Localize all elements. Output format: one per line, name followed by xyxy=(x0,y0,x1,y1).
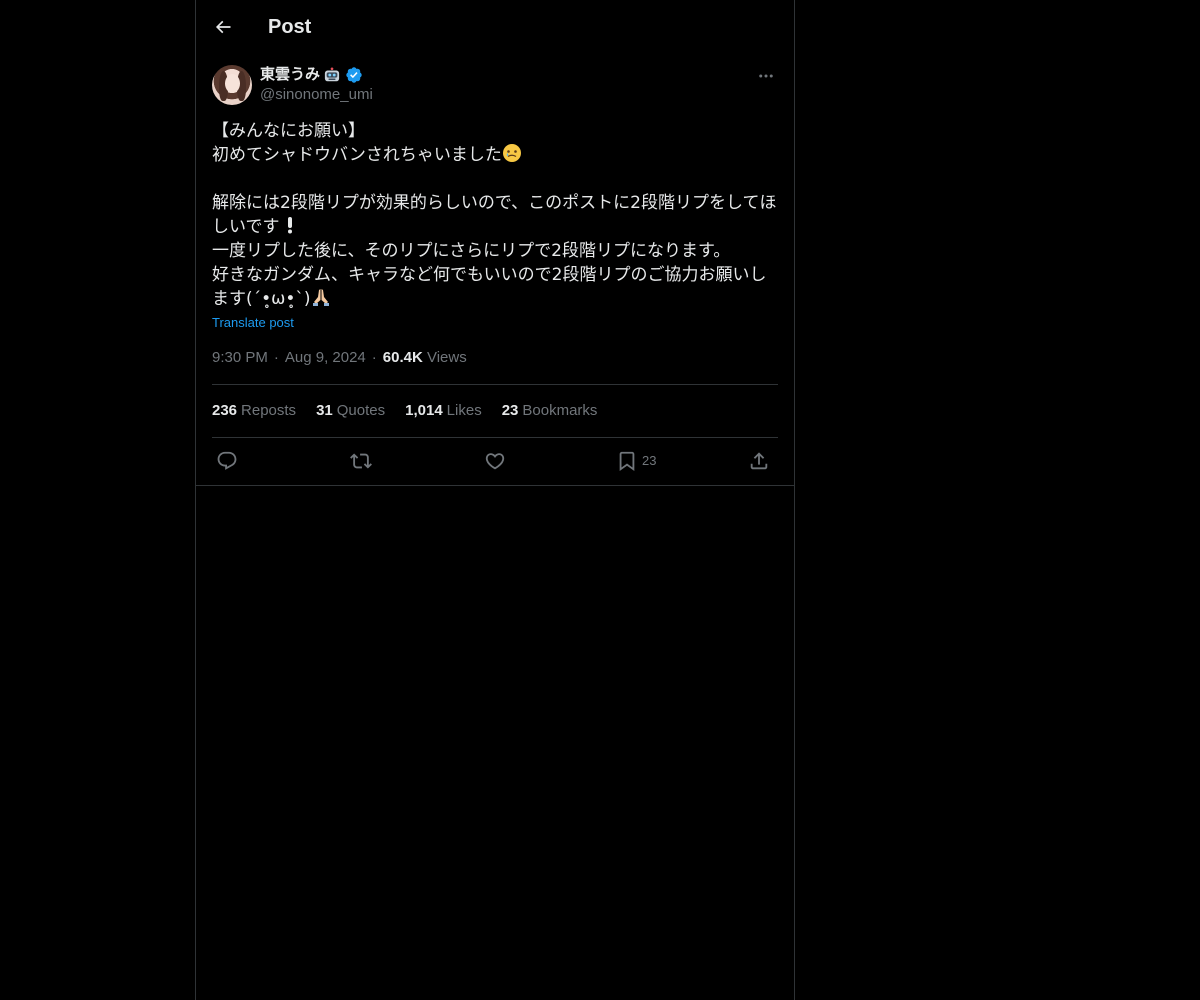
post-line-with-emoji: しいです xyxy=(212,215,778,239)
repost-icon xyxy=(350,453,372,469)
quotes-stat[interactable]: 31 Quotes xyxy=(316,401,385,421)
avatar-face xyxy=(225,74,240,93)
arrow-left-icon xyxy=(215,20,231,34)
page-title: Post xyxy=(268,16,312,38)
bookmark-count: 23 xyxy=(642,453,657,468)
likes-count: 1,014 xyxy=(405,402,443,419)
reposts-stat[interactable]: 236 Reposts xyxy=(212,401,296,421)
likes-stat[interactable]: 1,014 Likes xyxy=(405,401,482,421)
divider xyxy=(212,437,778,438)
share-icon xyxy=(750,452,768,470)
repost-button[interactable] xyxy=(350,448,372,474)
heart-icon xyxy=(485,453,505,470)
more-options-button[interactable] xyxy=(754,64,778,88)
divider xyxy=(212,384,778,385)
author-row: 東雲うみ @sinonome_umi xyxy=(212,64,778,108)
post-time[interactable]: 9:30 PM xyxy=(212,349,268,366)
author-handle[interactable]: @sinonome_umi xyxy=(260,85,373,105)
reposts-count: 236 xyxy=(212,402,238,419)
post-line: 好きなガンダム、キャラなど何でもいいので2段階リプのご協力お願いし xyxy=(212,265,767,285)
post-actions: 23 xyxy=(212,448,778,474)
reply-icon xyxy=(217,451,237,470)
translate-post-link[interactable]: Translate post xyxy=(212,314,294,332)
post-line: 【みんなにお願い】 xyxy=(212,121,365,141)
bookmarks-count: 23 xyxy=(501,402,519,419)
page-header: Post xyxy=(196,0,794,54)
folded-hands-emoji xyxy=(312,289,329,306)
face-holding-back-tears-emoji xyxy=(502,144,521,162)
back-button[interactable] xyxy=(208,12,238,42)
bookmark-icon xyxy=(619,451,635,472)
engagement-stats: 236 Reposts 31 Quotes 1,014 Likes 23 Bookmar… xyxy=(212,401,597,421)
likes-label: Likes xyxy=(446,402,482,419)
post-bottom-border xyxy=(196,485,794,486)
reply-button[interactable] xyxy=(216,448,238,474)
views-count: 60.4K xyxy=(382,349,423,366)
share-button[interactable] xyxy=(748,448,770,474)
bookmarks-stat[interactable]: 23 Bookmarks xyxy=(502,401,598,421)
post-line-text: 初めてシャドウバンされちゃいました xyxy=(212,145,502,165)
post-line-with-emoji: 初めてシャドウバンされちゃいました xyxy=(212,143,778,167)
post-detail-column: Post 東雲うみ @sinonome_umi 【みんなにお願い】 初めてシャド… xyxy=(195,0,795,1000)
meta-separator: · xyxy=(273,349,279,366)
like-button[interactable] xyxy=(484,448,506,474)
quotes-label: Quotes xyxy=(336,402,386,419)
bookmark-button[interactable]: 23 xyxy=(616,448,656,474)
post-line: 一度リプした後に、そのリプにさらにリプで2段階リプになります。 xyxy=(212,241,731,261)
post-line-text: ます(´•̥ω•̥`) xyxy=(212,289,311,309)
quotes-count: 31 xyxy=(316,402,333,419)
author-display-name-link[interactable]: 東雲うみ xyxy=(260,65,363,85)
post-date[interactable]: Aug 9, 2024 xyxy=(285,349,366,366)
post-line: 解除には2段階リプが効果的らしいので、このポストに2段階リプをしてほ xyxy=(212,193,777,213)
post-meta: 9:30 PM · Aug 9, 2024 · 60.4K Views xyxy=(212,348,467,368)
avatar[interactable] xyxy=(212,65,252,105)
robot-face-emoji xyxy=(324,67,340,82)
bookmarks-label: Bookmarks xyxy=(522,402,598,419)
reposts-label: Reposts xyxy=(241,402,297,419)
meta-separator: · xyxy=(371,349,377,366)
exclamation-mark-emoji xyxy=(287,217,292,234)
post-blank-line xyxy=(212,167,778,191)
post-text: 【みんなにお願い】 初めてシャドウバンされちゃいました 解除には2段階リプが効果… xyxy=(212,119,778,311)
more-horizontal-icon xyxy=(759,74,773,78)
views-label: Views xyxy=(426,349,467,366)
author-display-name: 東雲うみ xyxy=(260,66,321,83)
verified-badge-icon xyxy=(346,67,362,83)
post-line-with-emoji: ます(´•̥ω•̥`) xyxy=(212,287,778,311)
post-line-text: しいです xyxy=(212,217,280,237)
